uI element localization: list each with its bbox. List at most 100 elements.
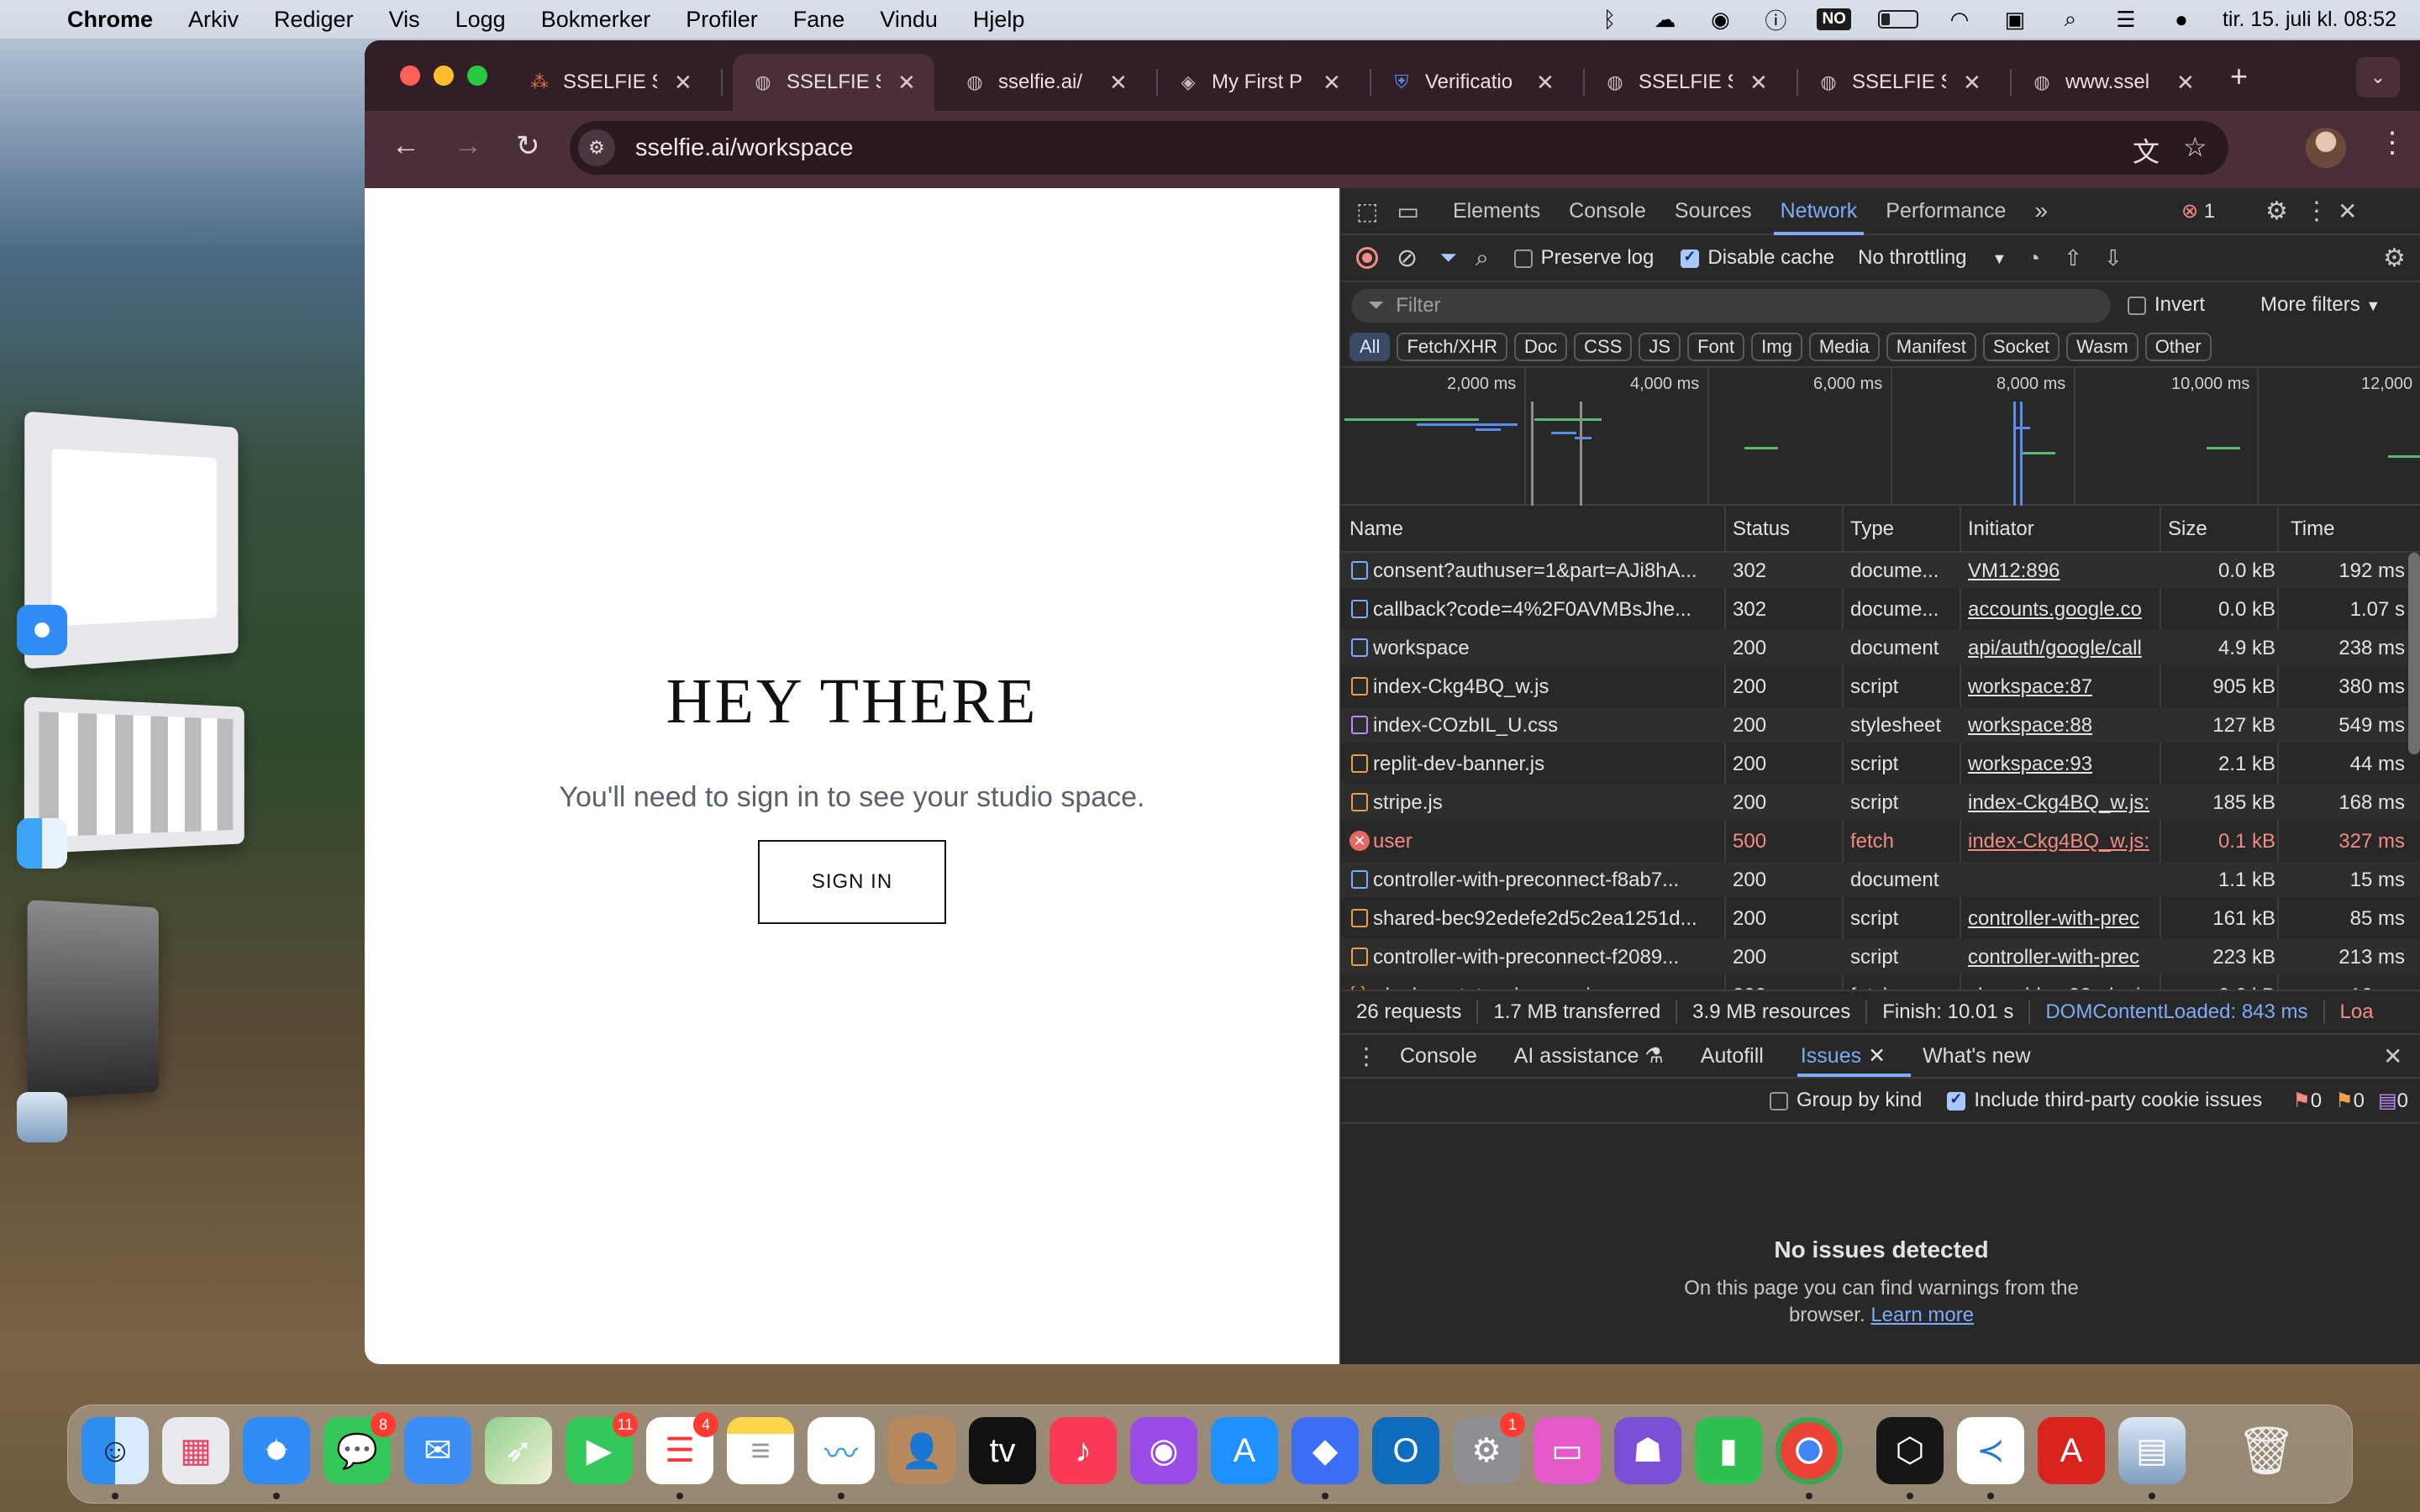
chip-css[interactable]: CSS (1574, 333, 1633, 361)
browser-tab[interactable]: ◈ My First P ✕ (1158, 54, 1371, 111)
zoom-window-button[interactable] (467, 66, 487, 86)
inspect-element-icon[interactable]: ⬚ (1356, 197, 1378, 225)
stage-window-thumbnail[interactable] (27, 899, 159, 1100)
app-store-app-icon[interactable]: A (1211, 1417, 1278, 1484)
chrome-menu-icon[interactable]: ⋮ (2378, 126, 2407, 160)
close-tab-icon[interactable]: ✕ (1963, 70, 1981, 96)
browser-tab-active[interactable]: ◍ SSELFIE S ✕ (733, 54, 934, 111)
group-by-kind-checkbox[interactable]: Group by kind (1769, 1089, 1922, 1112)
browser-tab[interactable]: ◍ SSELFIE S ✕ (1798, 54, 2012, 111)
clear-log-icon[interactable]: ⊘ (1397, 244, 1418, 273)
preview-app-icon[interactable]: ▤ (2118, 1417, 2186, 1484)
request-row[interactable]: shared-bec92edefe2d5c2ea1251d... 200 scrip… (1341, 900, 2420, 936)
request-row[interactable]: ✕ user 500 fetch index-Ckg4BQ_w.js: 0.1 kB 327… (1341, 823, 2420, 858)
chip-other[interactable]: Other (2144, 333, 2212, 361)
network-overview-timeline[interactable]: 2,000 ms 4,000 ms 6,000 ms 8,000 ms 10,0… (1341, 368, 2420, 506)
address-bar[interactable]: ⚙ sselfie.ai/workspace 文 ☆ (570, 121, 2228, 175)
menu-clock[interactable]: tir. 15. juli kl. 08:52 (2223, 8, 2396, 32)
checkbox-box[interactable] (1513, 249, 1533, 268)
github-app-icon[interactable]: ☗ (1614, 1417, 1681, 1484)
chip-socket[interactable]: Socket (1982, 333, 2060, 361)
browser-tab[interactable]: ⁂ SSELFIE S ✕ (509, 54, 723, 111)
numbers-app-icon[interactable]: ▮ (1695, 1417, 1762, 1484)
menu-item[interactable]: Bokmerker (541, 7, 651, 33)
tab-network[interactable]: Network (1773, 199, 1864, 235)
invert-checkbox[interactable]: Invert (2128, 293, 2205, 317)
menu-app-name[interactable]: Chrome (67, 7, 153, 33)
cell-initiator[interactable]: VM12:896 (1968, 559, 2158, 583)
chip-media[interactable]: Media (1808, 333, 1880, 361)
display-icon[interactable]: ▣ (2001, 7, 2029, 32)
column-name[interactable]: Name (1349, 517, 1403, 541)
close-tab-icon[interactable]: ✕ (674, 70, 692, 96)
siri-icon[interactable]: ● (2167, 7, 2196, 32)
close-tab-icon[interactable]: ✕ (1536, 70, 1555, 96)
keynote-app-icon[interactable]: ▭ (1534, 1417, 1601, 1484)
drawer-tab-issues[interactable]: Issues ✕ (1797, 1043, 1912, 1077)
third-party-cookie-checkbox[interactable]: Include third-party cookie issues (1947, 1089, 2262, 1112)
cell-initiator[interactable]: index-Ckg4BQ_w.js: (1968, 791, 2158, 815)
browser-tab[interactable]: ◍ sselfie.ai/ ✕ (944, 54, 1158, 111)
import-har-icon[interactable]: ⇧ (2064, 245, 2082, 271)
network-conditions-icon[interactable]: ◔ (2027, 245, 2040, 271)
chip-img[interactable]: Img (1751, 333, 1802, 361)
drawer-tab-whats-new[interactable]: What's new (1923, 1044, 2030, 1068)
menu-item[interactable]: Fane (793, 7, 845, 33)
control-center-icon[interactable]: ☰ (2112, 7, 2140, 32)
music-app-icon[interactable]: ♪ (1050, 1417, 1117, 1484)
cell-initiator[interactable]: controller-with-prec (1968, 907, 2158, 931)
input-source-indicator[interactable]: NO (1817, 8, 1851, 30)
messages-app-icon[interactable]: 💬 8 (324, 1412, 396, 1484)
cell-initiator[interactable]: index-Ckg4BQ_w.js: (1968, 830, 2158, 853)
notes-app-icon[interactable]: ≡ (727, 1417, 794, 1484)
cell-initiator[interactable]: controller-with-prec (1968, 946, 2158, 969)
reminders-app-icon[interactable]: ☰ 4 (646, 1412, 718, 1484)
close-tab-icon[interactable]: ✕ (1323, 70, 1341, 96)
checkbox-box-checked[interactable] (1681, 248, 1700, 268)
close-tab-icon[interactable]: ✕ (897, 70, 916, 96)
chip-doc[interactable]: Doc (1514, 333, 1568, 361)
tab-sources[interactable]: Sources (1675, 199, 1752, 223)
close-tab-icon[interactable]: ✕ (1749, 70, 1768, 96)
settings-gear-icon[interactable]: ⚙ (2265, 197, 2288, 226)
contacts-app-icon[interactable]: 👤 (888, 1417, 955, 1484)
new-tab-button[interactable]: + (2230, 59, 2248, 94)
throttling-select[interactable]: No throttling ▼ (1858, 246, 2007, 270)
tab-performance[interactable]: Performance (1886, 199, 2006, 223)
safari-app-icon[interactable]: ✦ (243, 1417, 310, 1484)
tab-elements[interactable]: Elements (1453, 199, 1540, 223)
freeform-app-icon[interactable]: 〰 (808, 1417, 875, 1484)
drawer-menu-icon[interactable]: ⋮ (1355, 1042, 1378, 1070)
column-status[interactable]: Status (1733, 517, 1790, 541)
vscode-app-icon[interactable]: ≺ (1957, 1417, 2024, 1484)
filter-funnel-icon[interactable]: ⏷ (1439, 244, 1457, 271)
minimize-window-button[interactable] (434, 66, 454, 86)
request-row[interactable]: controller-with-preconnect-f8ab7... 200 do… (1341, 862, 2420, 897)
sign-in-button[interactable]: SIGN IN (758, 840, 946, 924)
close-window-button[interactable] (400, 66, 420, 86)
chrome-app-icon[interactable] (1776, 1417, 1843, 1484)
menu-item[interactable]: Logg (455, 7, 506, 33)
more-filters-button[interactable]: More filters ▼ (2260, 293, 2381, 317)
request-row[interactable]: workspace 200 document api/auth/google/call… (1341, 630, 2420, 665)
menu-item[interactable]: Rediger (274, 7, 354, 33)
request-row[interactable]: controller-with-preconnect-f2089... 200 sc… (1341, 939, 2420, 974)
browser-tab[interactable]: ⛨ Verificatio ✕ (1371, 54, 1585, 111)
cell-initiator[interactable]: api/auth/google/call (1968, 637, 2158, 660)
preserve-log-checkbox[interactable]: Preserve log (1513, 246, 1654, 270)
network-settings-icon[interactable]: ⚙ (2383, 244, 2406, 273)
checkbox-box[interactable] (2128, 296, 2146, 315)
facetime-app-icon[interactable]: ▶ 11 (566, 1412, 638, 1484)
requests-scrollbar[interactable] (2408, 553, 2420, 754)
finder-app-icon[interactable]: ☺ (82, 1417, 149, 1484)
disable-cache-checkbox[interactable]: Disable cache (1681, 246, 1834, 270)
request-row[interactable]: index-COzbIL_U.css 200 stylesheet workspace… (1341, 707, 2420, 743)
battery-icon[interactable] (1877, 10, 1918, 29)
close-tab-icon[interactable]: ✕ (1109, 70, 1128, 96)
cursor-app-icon[interactable]: ⬡ (1876, 1417, 1944, 1484)
filter-input[interactable]: ⏷ Filter (1351, 289, 2111, 323)
close-tab-icon[interactable]: ✕ (1868, 1044, 1886, 1068)
browser-tab[interactable]: ◍ SSELFIE S ✕ (1585, 54, 1798, 111)
bluetooth-icon[interactable]: ᛒ (1595, 7, 1623, 32)
device-toolbar-icon[interactable]: ▭ (1397, 197, 1418, 225)
